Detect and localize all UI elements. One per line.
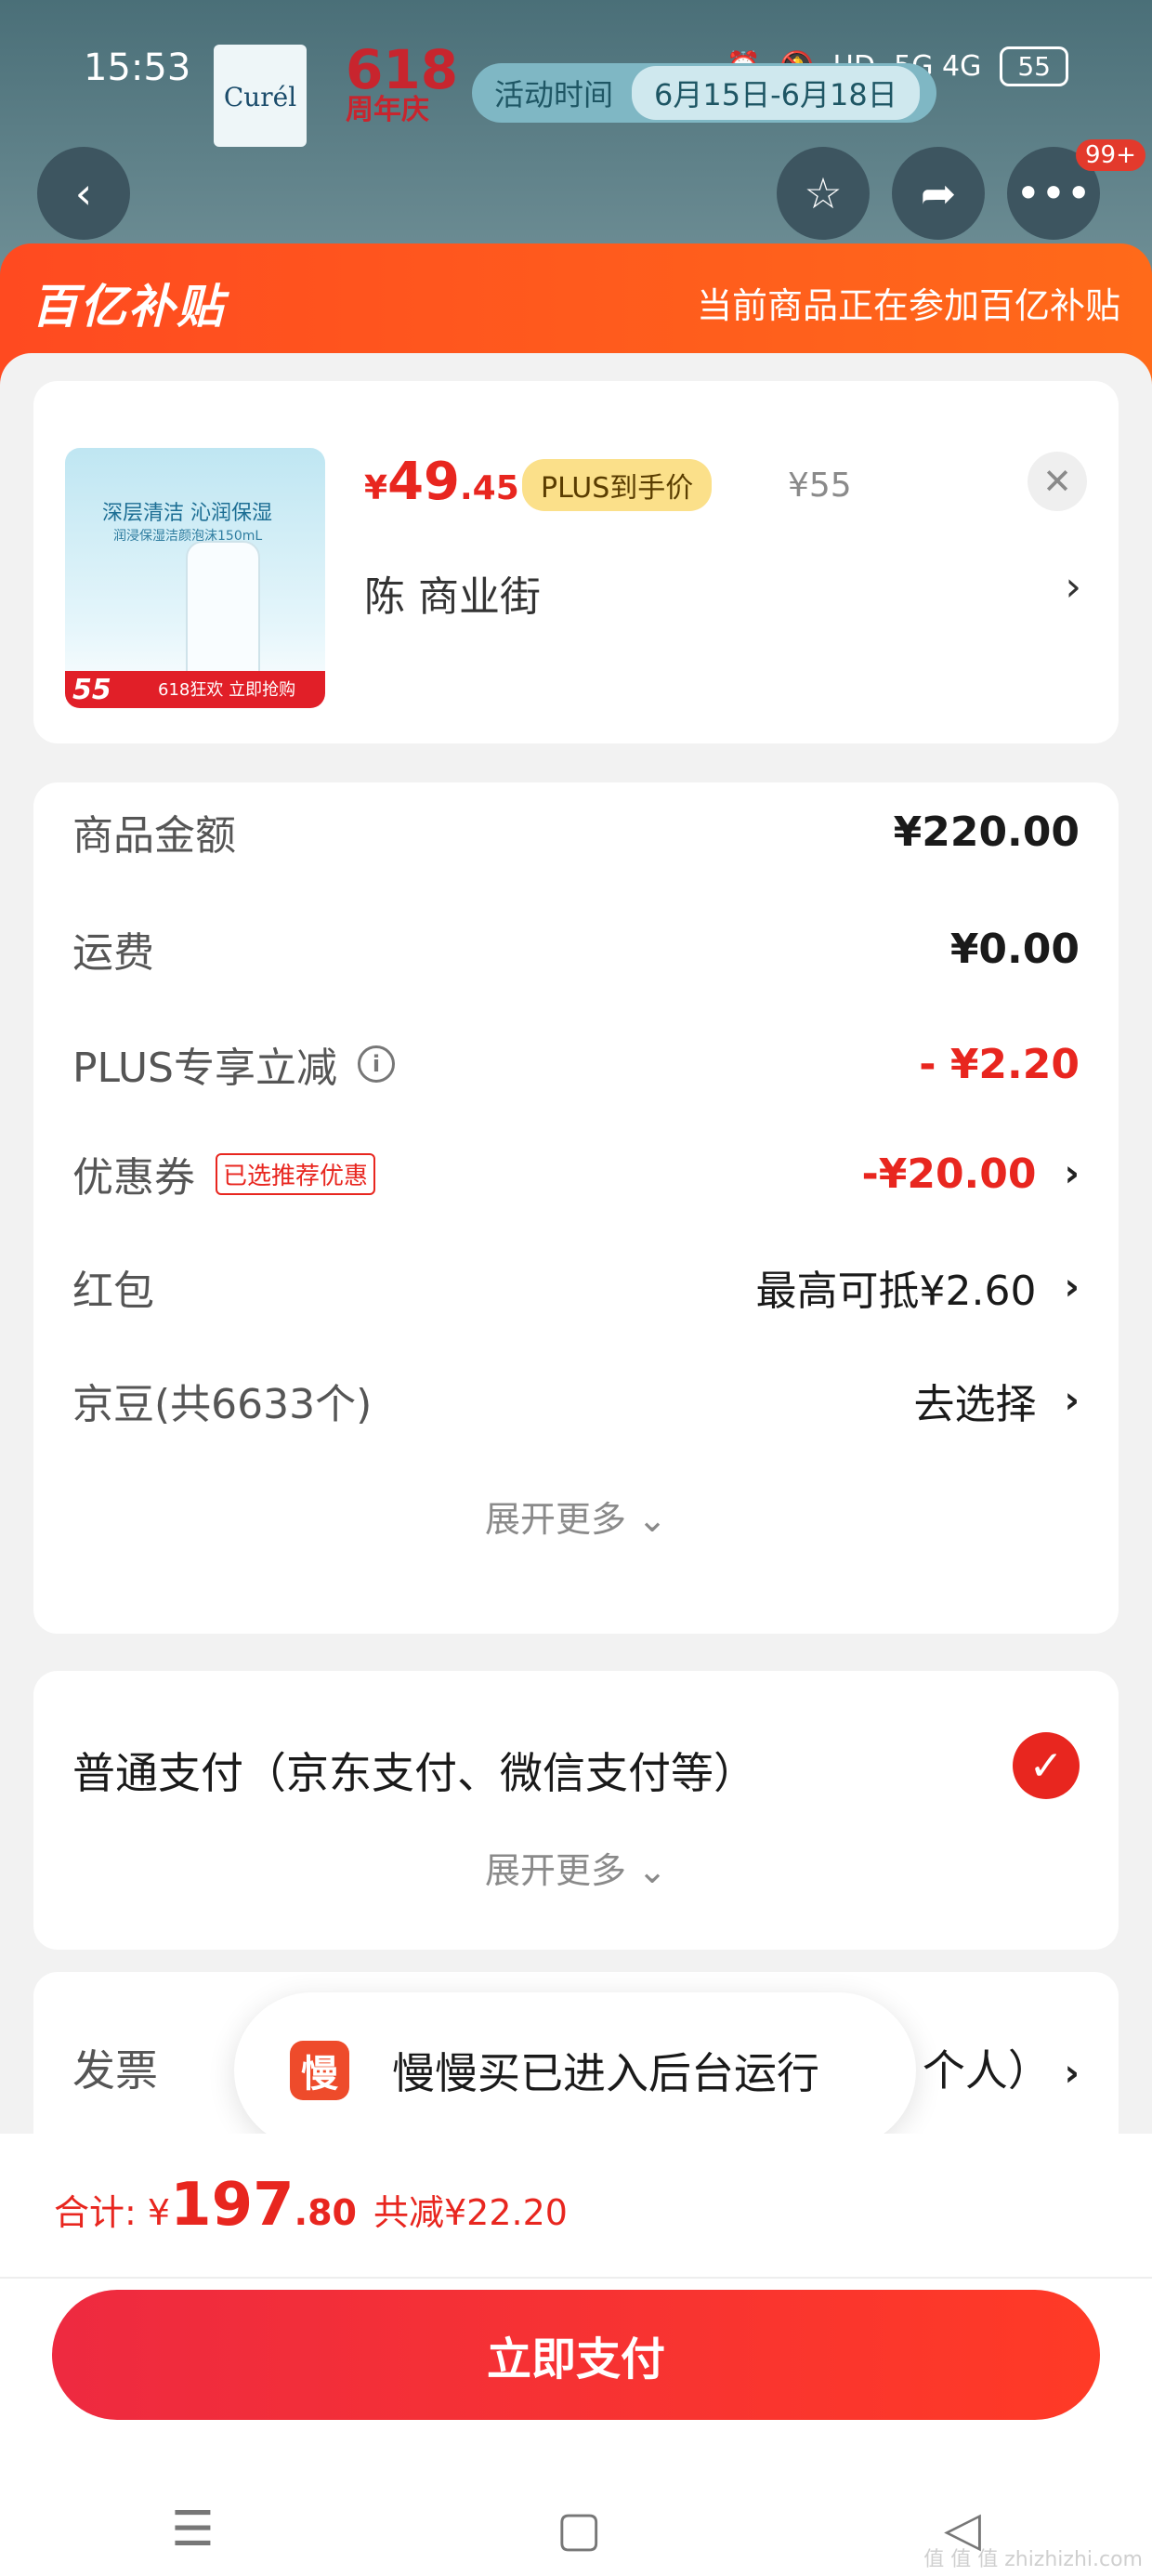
activity-banner: 活动时间 6月15日-6月18日	[472, 63, 936, 123]
share-button[interactable]: ➦	[892, 147, 985, 240]
subsidy-logo: 百亿补贴	[32, 280, 225, 334]
payment-expand-more-button[interactable]: 展开更多 ⌄	[33, 1842, 1119, 1893]
bottle-illustration	[186, 541, 260, 680]
pay-now-button[interactable]: 立即支付	[52, 2290, 1100, 2420]
close-button[interactable]: ✕	[1028, 452, 1087, 511]
app-icon: 慢	[290, 2041, 349, 2100]
home-icon[interactable]: ▢	[556, 2502, 602, 2557]
expand-more-button[interactable]: 展开更多 ⌄	[33, 1491, 1119, 1542]
goods-amount-value: ¥220.00	[893, 808, 1080, 856]
shipping-row: 运费 ¥0.00	[72, 916, 1080, 981]
product-card: 深层清洁 沁润保湿 润浸保湿洁颜泡沫150mL 55 618狂欢 立即抢购 ¥4…	[33, 381, 1119, 743]
invoice-value: 个人） ›	[922, 2045, 1080, 2096]
goods-amount-label: 商品金额	[72, 812, 236, 860]
plus-price-tag: PLUS到手价	[522, 459, 713, 511]
jd-beans-value: 去选择	[913, 1381, 1037, 1428]
invoice-label: 发票	[72, 2045, 158, 2096]
original-price: ¥55	[788, 467, 852, 505]
chevron-right-icon[interactable]: ›	[1065, 563, 1081, 611]
promo-618-logo: 618 周年庆	[346, 38, 459, 126]
back-button[interactable]: ‹	[37, 147, 130, 240]
payment-method-label[interactable]: 普通支付（京东支付、微信支付等）	[72, 1740, 756, 1801]
check-icon[interactable]: ✓	[1013, 1732, 1080, 1799]
product-image[interactable]: 深层清洁 沁润保湿 润浸保湿洁颜泡沫150mL 55 618狂欢 立即抢购	[65, 448, 325, 708]
star-icon: ☆	[804, 168, 843, 218]
coupon-row[interactable]: 优惠券 已选推荐优惠 -¥20.00 ›	[72, 1141, 1080, 1206]
plus-discount-row: PLUS专享立减 i - ¥2.20	[72, 1032, 1080, 1097]
brand-logo: Curél	[214, 45, 307, 147]
shipping-value: ¥0.00	[949, 925, 1080, 973]
close-icon: ✕	[1042, 461, 1072, 502]
info-icon[interactable]: i	[358, 1045, 395, 1083]
chevron-right-icon: ›	[1064, 1266, 1080, 1308]
total-integer: 197	[170, 2171, 295, 2240]
product-image-cta: 618狂欢 立即抢购	[158, 680, 296, 700]
checkout-footer: 合计: ¥ 197 .80 共减¥22.20 立即支付 ☰ ▢ ◁ 值 值 值 …	[0, 2134, 1152, 2576]
product-image-title: 深层清洁 沁润保湿	[102, 502, 272, 525]
battery-indicator: 55	[1000, 46, 1068, 86]
coupon-recommended-tag: 已选推荐优惠	[216, 1152, 376, 1195]
chevron-right-icon: ›	[1064, 2052, 1080, 2095]
more-dots-icon: •••	[1015, 168, 1092, 218]
price-breakdown-card: 商品金额 ¥220.00 运费 ¥0.00 PLUS专享立减 i - ¥2.20…	[33, 782, 1119, 1634]
toast-text: 慢慢买已进入后台运行	[392, 2048, 819, 2098]
shipping-label: 运费	[72, 929, 154, 977]
coupon-label: 优惠券	[72, 1154, 195, 1202]
coupon-value: -¥20.00	[861, 1150, 1037, 1198]
redpack-row[interactable]: 红包 最高可抵¥2.60 ›	[72, 1255, 1080, 1320]
status-time: 15:53	[84, 46, 191, 89]
total-amount: 合计: ¥ 197 .80 共减¥22.20	[54, 2171, 568, 2240]
activity-dates: 6月15日-6月18日	[632, 66, 920, 120]
redpack-value: 最高可抵¥2.60	[755, 1268, 1037, 1315]
subsidy-text: 当前商品正在参加百亿补贴	[696, 285, 1120, 326]
product-image-price: 55	[72, 674, 111, 706]
background-toast: 慢 慢慢买已进入后台运行	[234, 1992, 916, 2149]
background-product-page: 15:53 ⏰ 🔕 HD 5G 4G 55 Curél 618 周年庆 活动时间…	[0, 0, 1152, 279]
total-decimal: .80	[294, 2192, 357, 2233]
plus-price: ¥49.45	[364, 452, 519, 512]
jd-beans-row[interactable]: 京豆(共6633个) 去选择 ›	[72, 1368, 1080, 1433]
chevron-left-icon: ‹	[74, 168, 93, 218]
plus-discount-value: - ¥2.20	[919, 1040, 1080, 1088]
chevron-right-icon: ›	[1064, 1379, 1080, 1422]
activity-label: 活动时间	[494, 77, 614, 112]
redpack-label: 红包	[72, 1268, 154, 1315]
goods-amount-row: 商品金额 ¥220.00	[72, 799, 1080, 864]
divider	[0, 2277, 1152, 2279]
share-icon: ➦	[920, 168, 957, 218]
total-label: 合计: ¥	[54, 2192, 171, 2233]
checkout-sheet: 深层清洁 沁润保湿 润浸保湿洁颜泡沫150mL 55 618狂欢 立即抢购 ¥4…	[0, 353, 1152, 2158]
payment-method-card: 普通支付（京东支付、微信支付等） ✓ 展开更多 ⌄	[33, 1671, 1119, 1950]
more-count-badge: 99+	[1076, 139, 1145, 171]
favorite-button[interactable]: ☆	[777, 147, 870, 240]
menu-icon[interactable]: ☰	[171, 2502, 215, 2557]
chevron-right-icon: ›	[1064, 1152, 1080, 1195]
total-saved: 共减¥22.20	[373, 2192, 568, 2233]
shop-name[interactable]: 陈 商业街	[364, 563, 541, 623]
plus-discount-label: PLUS专享立减	[72, 1045, 337, 1092]
watermark: 值 值 值 zhizhizhi.com	[923, 2548, 1143, 2571]
jd-beans-label: 京豆(共6633个)	[72, 1381, 373, 1428]
